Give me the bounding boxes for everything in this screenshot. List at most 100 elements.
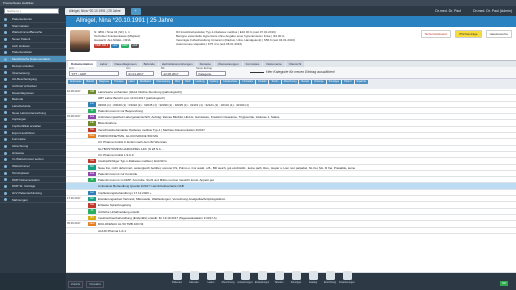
bis-label: Bis <box>161 67 165 70</box>
sidebar-item[interactable]: Patientendaten <box>0 49 66 57</box>
dock-item[interactable]: Katalog <box>306 271 320 284</box>
patient-badge[interactable]: HzV <box>111 44 120 48</box>
dock-item[interactable]: Kalender <box>187 271 201 284</box>
category-button[interactable]: Impfung <box>207 80 221 84</box>
dock-item[interactable]: Einrichtung <box>323 271 337 284</box>
patient-badge[interactable]: DMP <box>120 44 130 48</box>
sidebar-item[interactable]: Im Wartezimmer setzen <box>0 156 66 164</box>
back-button[interactable]: Zurück <box>68 281 84 288</box>
sidebar-item[interactable]: DMP St. Vorträge <box>0 183 66 190</box>
mandatory-flag[interactable]: Pflichtanträge <box>455 30 482 38</box>
sidebar-item[interactable]: Dauerdiagnosen <box>0 90 66 97</box>
category-button[interactable]: Leistung <box>193 80 207 84</box>
sidebar-item[interactable]: Abrechnung <box>0 143 66 150</box>
sidebar-item[interactable]: Arztbrief schreiben <box>0 83 66 90</box>
category-button[interactable]: Abrechnung <box>281 80 299 84</box>
dock-label: Katalog <box>308 281 318 284</box>
sidebar-item[interactable]: Impfungen <box>0 116 66 123</box>
category-button[interactable]: Labor <box>126 80 137 84</box>
bis-date-input[interactable]: 22.08.2017 <box>161 71 189 76</box>
category-select[interactable]: Kategorie <box>196 71 226 76</box>
dock-item[interactable]: Tabellen <box>272 271 286 284</box>
entry-date: 05.06.2017 <box>67 222 81 226</box>
ok-button[interactable]: OK <box>500 281 509 286</box>
category-button[interactable]: Notiz 2 <box>342 80 354 84</box>
entry-text: Nase frei, nicht deformiert, seitengleic… <box>98 165 356 170</box>
sidebar-item[interactable]: DMP Dokumentation <box>0 177 66 184</box>
von-date-input[interactable]: 01.01.2017 <box>126 71 154 76</box>
category-button[interactable]: Notiz <box>183 80 193 84</box>
sidebar-item[interactable]: HzV Patientenbindung <box>0 190 66 197</box>
category-button[interactable]: Therapie <box>112 80 126 84</box>
sidebar-item[interactable]: Befunde <box>0 96 66 103</box>
sidebar-item[interactable]: Überweisung <box>0 70 66 77</box>
category-button[interactable]: Termin <box>269 80 281 84</box>
entry-text: 03004 (1) : 03040 (1) : 03322 (1) : 3204… <box>98 102 249 107</box>
filter-bar: Arzt STT - GDP Von 01.01.2017 Bis 22.08.… <box>66 67 516 79</box>
arzt-select[interactable]: STT - GDP <box>69 71 119 76</box>
dock-item[interactable]: Einstellungen <box>255 271 269 284</box>
entry-row[interactable]: ALIUD Pharma 1-0-1 <box>66 228 516 234</box>
dock-label: Einrichtung <box>324 281 336 284</box>
sidebar-item[interactable]: AU-Bescheinigung <box>0 76 66 83</box>
user-left-label[interactable]: Dr.med. Dr. Paul <box>435 9 461 13</box>
category-button[interactable]: Brief <box>173 80 183 84</box>
sidebar-item[interactable]: Hinweise <box>0 150 66 157</box>
sidebar-item[interactable]: Wartezimmer/Besuche <box>0 29 66 37</box>
home-visit-flag[interactable]: Hausbesuche <box>485 30 512 38</box>
user-right-label[interactable]: Dr.med. Dr. Paul (Admin) <box>473 9 512 13</box>
category-button[interactable]: Ergebnis <box>354 80 369 84</box>
dock-label: Kalender <box>189 281 199 284</box>
entry-text: Patientin kommt zur Kontrolle. <box>98 171 139 176</box>
dock-item[interactable]: Patienten <box>170 271 184 284</box>
sidebar-item[interactable]: Rezept erstellen <box>0 63 66 70</box>
dock-item[interactable]: Sonstiges <box>289 271 303 284</box>
sidebar-item[interactable]: Stammdaten <box>0 23 66 30</box>
category-button[interactable]: Formulare <box>240 80 256 84</box>
category-button[interactable]: Anamnese <box>68 80 84 84</box>
category-button[interactable]: Kontakt <box>256 80 269 84</box>
entry-type-badge: Nt <box>88 177 96 183</box>
dock-item[interactable]: Laden <box>204 271 218 284</box>
category-button[interactable]: Befund <box>84 80 97 84</box>
category-button[interactable]: Sonstiges <box>326 80 342 84</box>
entry-type-badge: Nt <box>88 108 96 114</box>
dock-item[interactable]: Erweiterungen <box>339 271 355 284</box>
diagnosis-line[interactable]: Autoimmune Hepatitis | K75.4 G (seit 05.… <box>176 42 295 46</box>
sidebar-item[interactable]: Terminplaner <box>0 170 66 177</box>
sidebar-item[interactable]: eGK einlesen <box>0 43 66 50</box>
patient-badge[interactable]: eGK <box>130 44 140 48</box>
add-tab-button[interactable]: + <box>130 7 141 15</box>
security-flag[interactable]: Sicherheitsbasis! <box>420 30 452 38</box>
sidebar-item[interactable]: Wartezimmer <box>0 163 66 170</box>
patient-tab[interactable]: Allnigel, Nina *20.10.1991 | 25 Jahre <box>65 7 125 15</box>
patient-badge[interactable]: DMP DM II <box>94 44 110 48</box>
user-area: Dr.med. Dr. Paul Dr.med. Dr. Paul (Admin… <box>435 9 512 13</box>
sidebar-item[interactable]: Export ausführen <box>0 130 66 137</box>
sidebar-item[interactable]: Neue Laboruntersuchung <box>0 110 66 117</box>
category-button[interactable]: Überweisung <box>154 80 173 84</box>
sidebar-item[interactable]: Patientenkonto <box>0 16 66 23</box>
category-button[interactable]: Rezept <box>299 80 312 84</box>
entry-text: DICLOFENAC AL 50 TMB 100 N3 <box>98 222 144 227</box>
annotation-note: Hier Kategorie für neuen Eintrag auswähl… <box>266 70 335 74</box>
entry-text: Insulinschwerbehandlung (Endpräfix) erst… <box>98 215 217 220</box>
sidebar-item[interactable]: Medizinische Dokumentation <box>0 56 66 63</box>
category-button[interactable]: Medikation <box>137 80 154 84</box>
dock-item[interactable]: Abrechnung <box>221 271 235 284</box>
category-button[interactable]: Vorsorge <box>312 80 326 84</box>
entry-type-badge: Dia <box>88 159 96 164</box>
sidebar-item[interactable]: Formulare <box>0 136 66 144</box>
sidebar-item[interactable]: Laborbefunde <box>0 103 66 110</box>
sidebar-item[interactable]: Impfzertifikat erstellen <box>0 123 66 130</box>
forward-button[interactable]: Vorwärts <box>86 281 104 288</box>
category-button[interactable]: Krankenhaus <box>221 80 240 84</box>
patient-photo <box>70 30 90 52</box>
entry-date: 17.06.2017 <box>67 197 81 201</box>
entry-text: Insulinpflichtiger Typ-1-Diabetes mellit… <box>98 159 167 164</box>
search-input[interactable]: Suche (u.) <box>4 8 59 14</box>
dock-item[interactable]: Auswertungen <box>237 271 253 284</box>
sidebar-item[interactable]: Neuer Patient <box>0 36 66 43</box>
category-button[interactable]: Diagnose <box>97 80 112 84</box>
sidebar-item[interactable]: Mahnungen <box>0 197 66 204</box>
